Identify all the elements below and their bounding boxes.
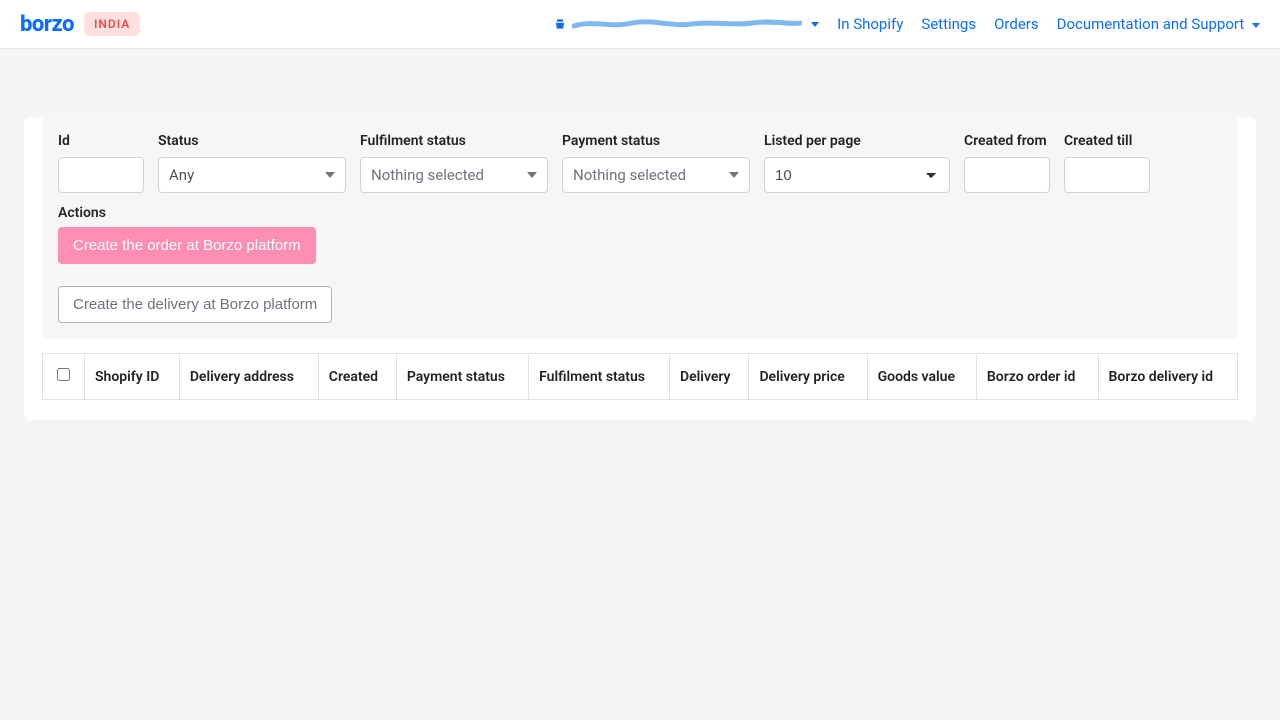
created-till-input[interactable] [1064, 157, 1150, 193]
id-label: Id [58, 133, 144, 149]
created-from-label: Created from [964, 133, 1050, 149]
logo: borzo [20, 12, 74, 37]
col-delivery: Delivery [670, 354, 749, 400]
fulfilment-label: Fulfilment status [360, 133, 548, 149]
created-from-input[interactable] [964, 157, 1050, 193]
content: Id Status Any Fulfilment status Nothing … [0, 49, 1280, 444]
topbar-right: In Shopify Settings Orders Documentation… [553, 15, 1260, 33]
field-id: Id [58, 133, 144, 193]
col-borzo-order-id: Borzo order id [976, 354, 1098, 400]
topbar: borzo INDIA In Shopify Settings Orders D… [0, 0, 1280, 49]
nav-settings[interactable]: Settings [921, 15, 976, 33]
nav-docs[interactable]: Documentation and Support [1057, 15, 1260, 33]
actions-label: Actions [58, 205, 1222, 221]
nav-orders[interactable]: Orders [994, 15, 1039, 33]
field-created-till: Created till [1064, 133, 1150, 193]
status-label: Status [158, 133, 346, 149]
nav-in-shopify[interactable]: In Shopify [837, 15, 903, 33]
select-all-checkbox[interactable] [57, 368, 70, 381]
shop-name-redacted [572, 17, 802, 31]
nav-docs-label: Documentation and Support [1057, 15, 1245, 33]
country-badge: INDIA [84, 12, 140, 36]
field-listed: Listed per page 10 [764, 133, 950, 193]
col-fulfilment-status: Fulfilment status [529, 354, 670, 400]
col-created: Created [318, 354, 396, 400]
fulfilment-value: Nothing selected [371, 166, 484, 184]
bag-icon [553, 17, 567, 31]
col-delivery-address: Delivery address [179, 354, 318, 400]
col-checkbox [43, 354, 85, 400]
chevron-down-icon [729, 172, 739, 178]
col-shopify-id: Shopify ID [85, 354, 180, 400]
create-order-button[interactable]: Create the order at Borzo platform [58, 227, 316, 264]
col-payment-status: Payment status [396, 354, 528, 400]
created-till-label: Created till [1064, 133, 1150, 149]
field-fulfilment: Fulfilment status Nothing selected [360, 133, 548, 193]
listed-label: Listed per page [764, 133, 950, 149]
orders-card: Id Status Any Fulfilment status Nothing … [24, 117, 1256, 420]
shop-dropdown[interactable] [553, 17, 819, 31]
fulfilment-select[interactable]: Nothing selected [360, 157, 548, 193]
table-header-row: Shopify ID Delivery address Created Paym… [43, 354, 1238, 400]
filters-panel: Id Status Any Fulfilment status Nothing … [42, 117, 1238, 339]
chevron-down-icon [325, 172, 335, 178]
payment-value: Nothing selected [573, 166, 686, 184]
field-status: Status Any [158, 133, 346, 193]
col-delivery-price: Delivery price [749, 354, 867, 400]
chevron-down-icon [1252, 23, 1260, 28]
payment-select[interactable]: Nothing selected [562, 157, 750, 193]
filters-row: Id Status Any Fulfilment status Nothing … [58, 133, 1222, 193]
chevron-down-icon [527, 172, 537, 178]
field-created-from: Created from [964, 133, 1050, 193]
chevron-down-icon [811, 22, 819, 27]
orders-table: Shopify ID Delivery address Created Paym… [42, 353, 1238, 400]
table-wrap: Shopify ID Delivery address Created Paym… [24, 353, 1256, 400]
id-input[interactable] [58, 157, 144, 193]
create-delivery-button[interactable]: Create the delivery at Borzo platform [58, 286, 332, 323]
payment-label: Payment status [562, 133, 750, 149]
col-goods-value: Goods value [867, 354, 976, 400]
status-select[interactable]: Any [158, 157, 346, 193]
listed-select[interactable]: 10 [764, 157, 950, 193]
field-payment: Payment status Nothing selected [562, 133, 750, 193]
status-value: Any [169, 166, 194, 184]
topbar-left: borzo INDIA [20, 12, 140, 37]
col-borzo-delivery-id: Borzo delivery id [1098, 354, 1237, 400]
